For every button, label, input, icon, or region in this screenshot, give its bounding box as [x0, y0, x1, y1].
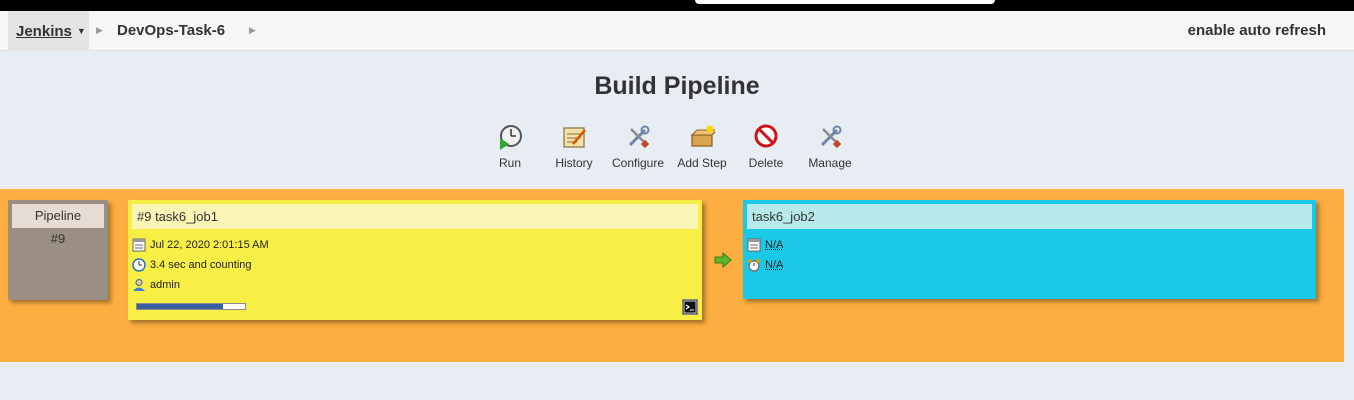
calendar-icon [132, 238, 146, 252]
wrench-screwdriver-icon [628, 125, 650, 149]
job-user: admin [150, 279, 180, 291]
job-date-row: N/A [747, 236, 783, 254]
configure-button[interactable]: Configure [606, 124, 670, 170]
breadcrumb-separator-icon: ▶ [96, 25, 103, 35]
job-duration: N/A [765, 259, 784, 271]
history-button[interactable]: History [542, 124, 606, 170]
console-icon [683, 300, 697, 314]
enable-auto-refresh-link[interactable]: enable auto refresh [1188, 22, 1326, 39]
browser-top-bar [0, 0, 1354, 11]
history-label: History [555, 156, 593, 170]
page-title: Build Pipeline [594, 72, 760, 100]
breadcrumb-job-link[interactable]: DevOps-Task-6 [117, 22, 225, 39]
pipeline-label: Pipeline [12, 204, 104, 228]
job-title[interactable]: task6_job2 [747, 204, 1312, 229]
job-user-row: admin [132, 276, 180, 294]
delete-button[interactable]: Delete [734, 124, 798, 170]
job-card-pending[interactable]: task6_job2 N/A N/A [743, 200, 1316, 299]
box-add-icon [690, 125, 715, 147]
job-duration-row: 3.4 sec and counting [132, 256, 252, 274]
job-duration: 3.4 sec and counting [150, 259, 252, 271]
job-title[interactable]: #9 task6_job1 [132, 204, 698, 229]
run-button[interactable]: Run [478, 124, 542, 170]
run-label: Run [498, 156, 521, 170]
arrow-right-icon [714, 251, 732, 269]
breadcrumb: Jenkins ▼ ▶ DevOps-Task-6 ▶ enable auto … [0, 11, 1354, 51]
jenkins-home-link[interactable]: Jenkins ▼ [8, 11, 89, 51]
wrench-screwdriver-icon [820, 125, 842, 149]
pipeline-run-number: #9 [50, 231, 66, 246]
add-step-button[interactable]: Add Step [670, 124, 734, 170]
console-output-button[interactable] [682, 299, 698, 315]
clock-icon [132, 258, 146, 272]
job-card-running[interactable]: #9 task6_job1 Jul 22, 2020 2:01:15 AM 3.… [128, 200, 702, 320]
pipeline-toolbar: Run History Configure Add Step Delete Ma… [478, 124, 862, 170]
job-start-date: Jul 22, 2020 2:01:15 AM [150, 239, 269, 251]
add-step-label: Add Step [677, 156, 727, 170]
alarm-clock-icon [748, 259, 760, 272]
configure-label: Configure [611, 156, 665, 170]
chevron-down-icon[interactable]: ▼ [77, 26, 86, 36]
breadcrumb-separator-icon: ▶ [249, 25, 256, 35]
manage-label: Manage [808, 156, 852, 170]
user-icon [133, 279, 145, 291]
no-entry-icon [754, 124, 778, 148]
job-duration-row: N/A [747, 256, 783, 274]
search-box[interactable] [695, 0, 995, 4]
job-start-date: N/A [765, 239, 784, 251]
delete-label: Delete [748, 156, 784, 170]
clock-run-icon [500, 125, 522, 150]
calendar-icon [747, 238, 761, 252]
job-date-row: Jul 22, 2020 2:01:15 AM [132, 236, 269, 254]
job-progress-fill [137, 304, 224, 309]
manage-button[interactable]: Manage [798, 124, 862, 170]
job-progress-bar [136, 303, 246, 310]
pipeline-view: Pipeline #9 #9 task6_job1 Jul 22, 2020 2… [0, 189, 1344, 362]
jenkins-home-label[interactable]: Jenkins [16, 23, 72, 40]
notepad-icon [563, 127, 586, 148]
pipeline-header-box[interactable]: Pipeline #9 [8, 200, 108, 300]
